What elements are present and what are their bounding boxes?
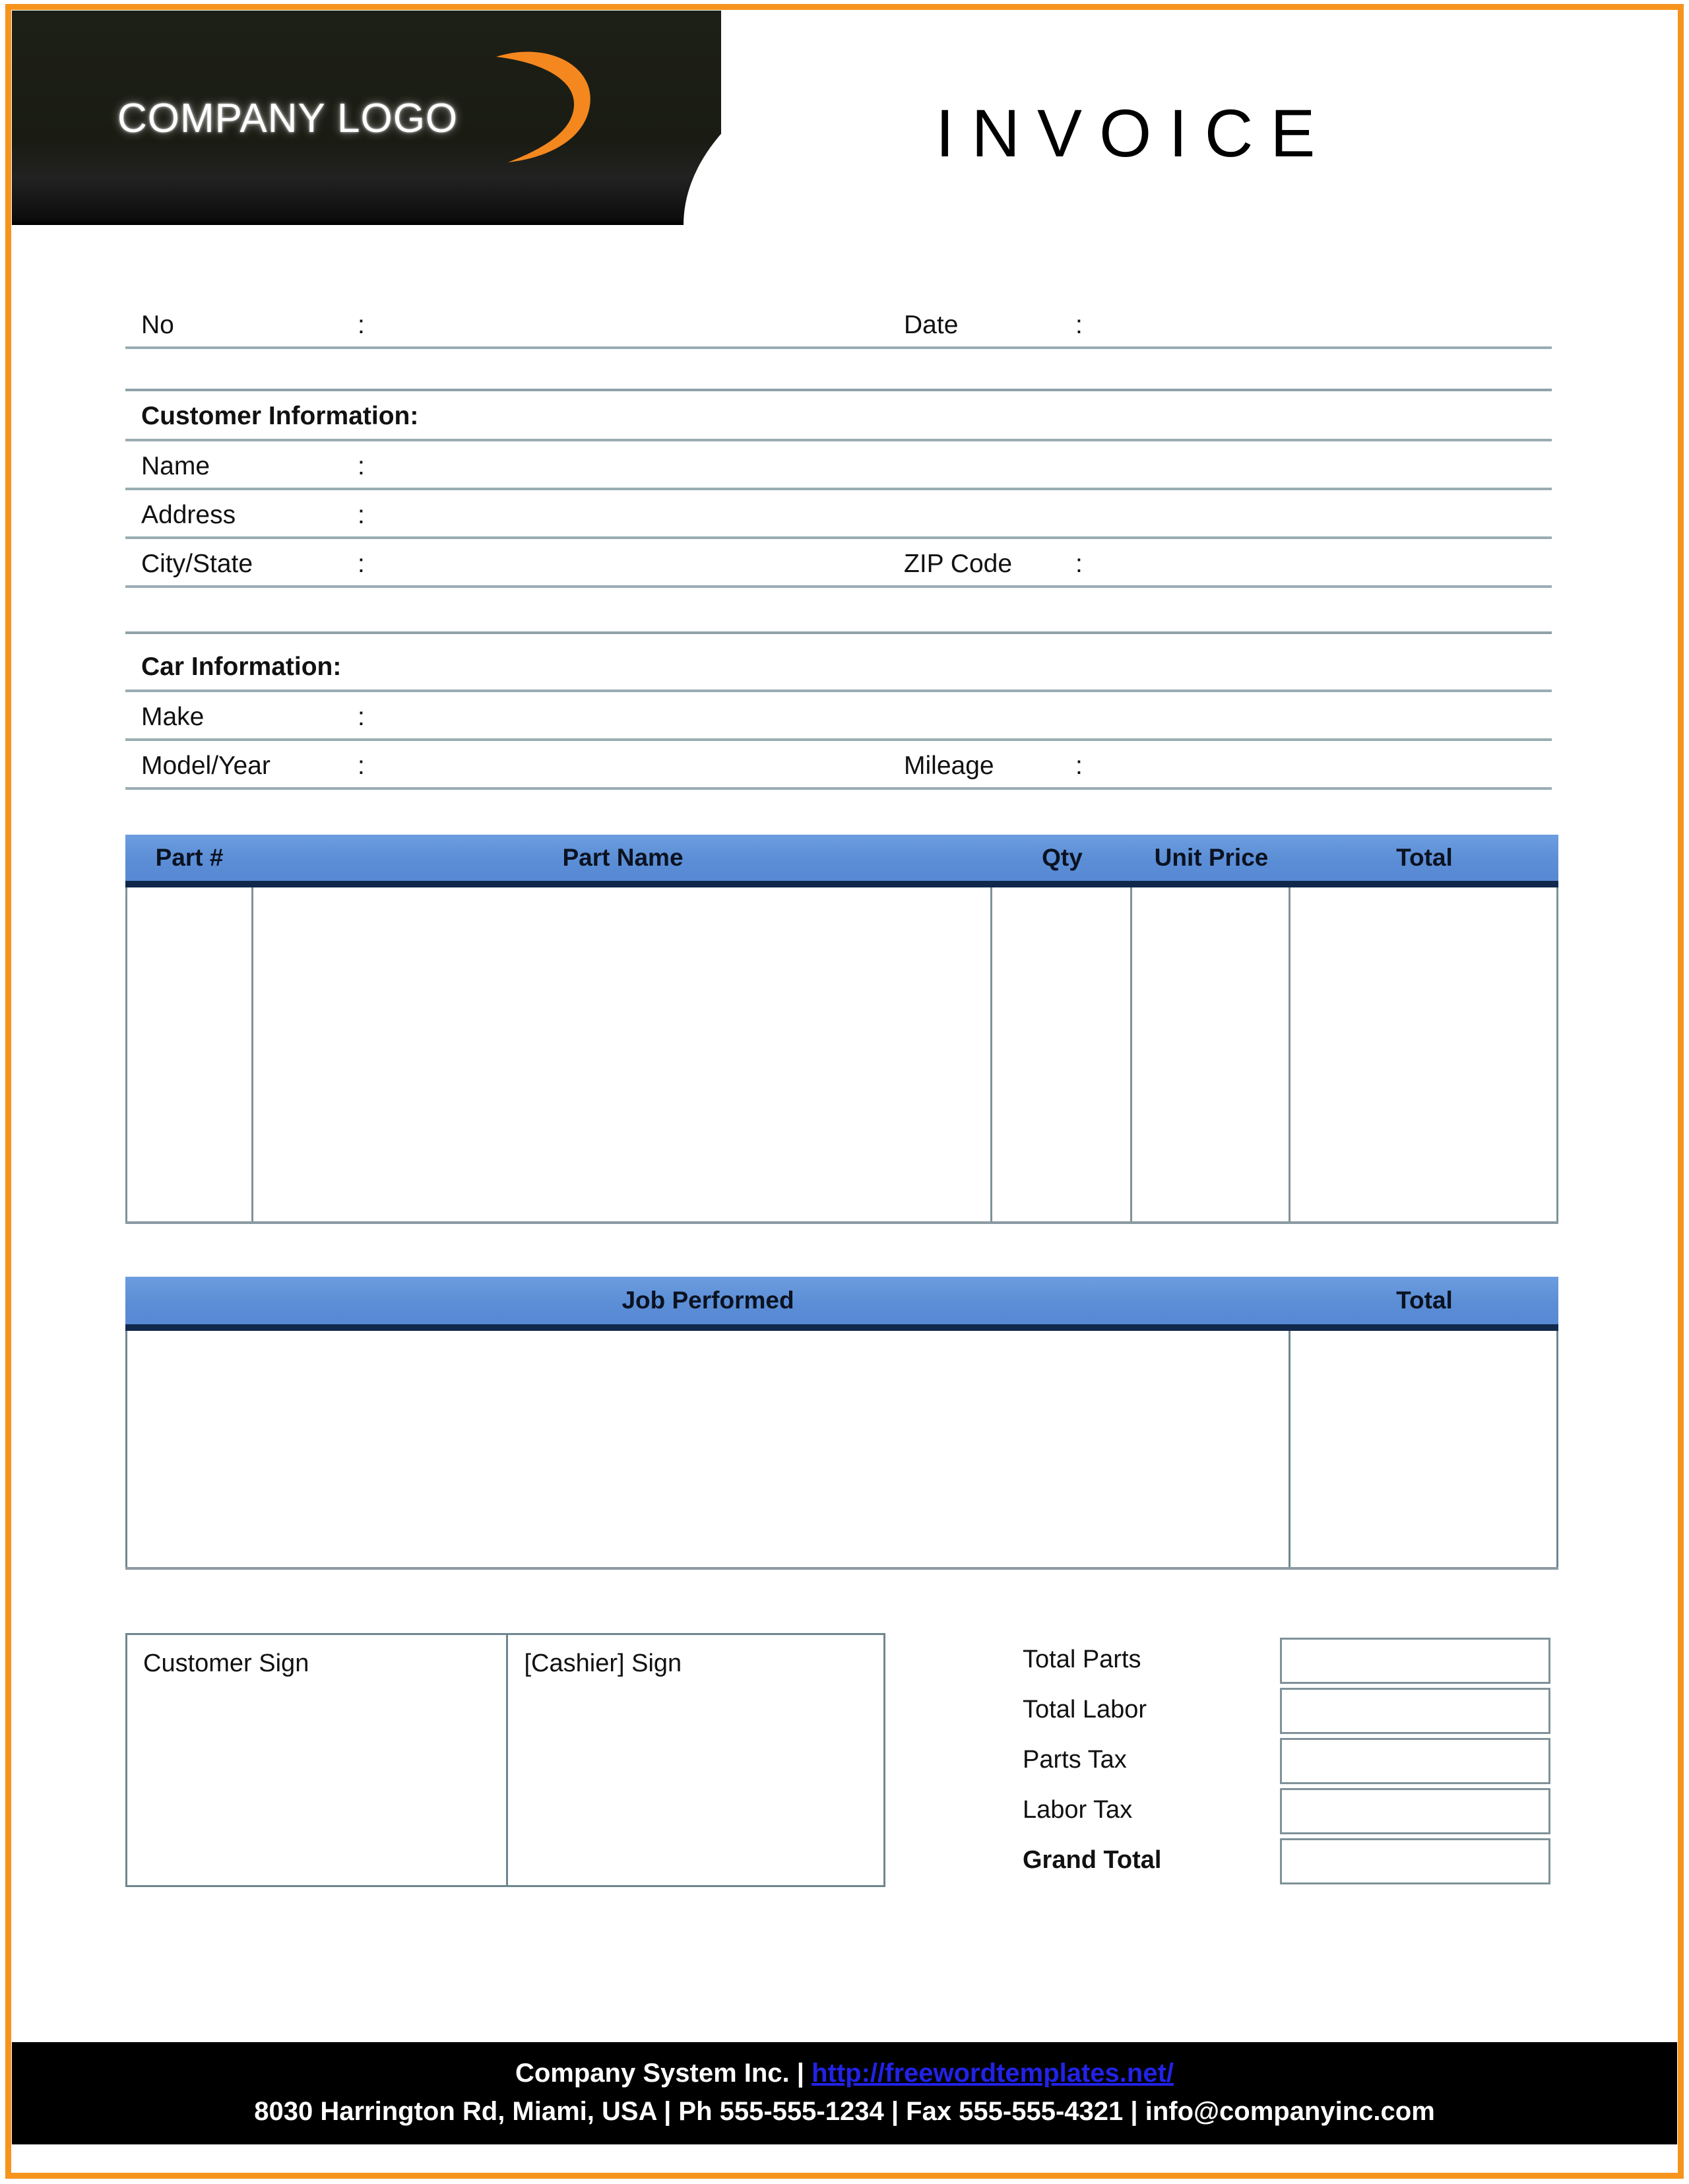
- make-label: Make: [141, 703, 205, 731]
- car-row-make: Make :: [125, 692, 1552, 741]
- grand-total-value[interactable]: [1280, 1838, 1550, 1884]
- customer-row-name: Name :: [125, 441, 1552, 490]
- labor-tax-label: Labor Tax: [1023, 1796, 1133, 1824]
- totals-row-total-labor: Total Labor: [1023, 1686, 1558, 1737]
- parts-col-part-number: Part #: [155, 844, 224, 871]
- totals-row-labor-tax: Labor Tax: [1023, 1787, 1558, 1837]
- model-year-label: Model/Year: [141, 752, 271, 780]
- invoice-header: COMPANY LOGO INVOICE: [12, 11, 1677, 225]
- total-labor-value[interactable]: [1280, 1688, 1550, 1734]
- make-colon: :: [358, 703, 365, 731]
- totals-block: Total Parts Total Labor Parts Tax Labor …: [1023, 1636, 1558, 1887]
- name-colon: :: [358, 452, 365, 480]
- parts-col-total: Total: [1396, 844, 1453, 871]
- car-row-model-year-mileage: Model/Year : Mileage :: [125, 741, 1552, 790]
- footer-company-name: Company System Inc. |: [515, 2059, 812, 2088]
- parts-table: Part # Part Name Qty Unit Price Total: [125, 835, 1558, 1224]
- address-label: Address: [141, 501, 236, 529]
- job-col-total: Total: [1396, 1287, 1453, 1314]
- job-table-body: [125, 1331, 1558, 1570]
- no-label: No: [141, 311, 174, 339]
- car-section-header: Car Information:: [125, 643, 1552, 692]
- address-colon: :: [358, 501, 365, 529]
- parts-cell-total[interactable]: [1291, 887, 1558, 1221]
- meta-row-no-date: No : Date :: [125, 300, 1552, 349]
- customer-spacer-row: [125, 588, 1552, 634]
- zip-code-label: ZIP Code: [904, 550, 1013, 578]
- footer-company-line: Company System Inc. | http://freewordtem…: [12, 2054, 1677, 2092]
- total-parts-value[interactable]: [1280, 1638, 1550, 1684]
- invoice-footer: Company System Inc. | http://freewordtem…: [12, 2042, 1677, 2144]
- zip-code-colon: :: [1075, 550, 1083, 578]
- mileage-label: Mileage: [904, 752, 994, 780]
- grand-total-label: Grand Total: [1023, 1846, 1162, 1874]
- city-state-colon: :: [358, 550, 365, 578]
- labor-tax-value[interactable]: [1280, 1788, 1550, 1834]
- car-information-block: Car Information: Make : Model/Year : Mil…: [125, 643, 1552, 790]
- totals-row-parts-tax: Parts Tax: [1023, 1737, 1558, 1787]
- company-logo-text: COMPANY LOGO: [117, 96, 459, 141]
- meta-spacer-row: [125, 349, 1552, 391]
- parts-tax-value[interactable]: [1280, 1738, 1550, 1784]
- customer-section-title: Customer Information:: [141, 402, 419, 430]
- parts-cell-part-number[interactable]: [125, 887, 253, 1221]
- footer-address-line: 8030 Harrington Rd, Miami, USA | Ph 555-…: [254, 2097, 1435, 2126]
- customer-sign-cell[interactable]: Customer Sign: [127, 1635, 506, 1885]
- parts-cell-part-name[interactable]: [253, 887, 992, 1221]
- total-parts-label: Total Parts: [1023, 1646, 1141, 1673]
- totals-row-total-parts: Total Parts: [1023, 1636, 1558, 1686]
- name-label: Name: [141, 452, 210, 480]
- job-performed-table: Job Performed Total: [125, 1277, 1558, 1570]
- no-colon: :: [358, 311, 365, 339]
- date-colon: :: [1075, 311, 1083, 339]
- job-table-header-row: Job Performed Total: [125, 1277, 1558, 1331]
- parts-col-unit-price: Unit Price: [1154, 844, 1269, 871]
- invoice-title: INVOICE: [936, 96, 1333, 171]
- job-cell-description[interactable]: [125, 1331, 1291, 1567]
- cashier-sign-cell[interactable]: [Cashier] Sign: [506, 1635, 883, 1885]
- customer-section-header: Customer Information:: [125, 393, 1552, 441]
- city-state-label: City/State: [141, 550, 253, 578]
- parts-table-body: [125, 887, 1558, 1224]
- parts-cell-unit-price[interactable]: [1132, 887, 1291, 1221]
- parts-cell-qty[interactable]: [992, 887, 1132, 1221]
- date-label: Date: [904, 311, 959, 339]
- parts-col-part-name: Part Name: [562, 844, 684, 871]
- footer-website-link[interactable]: http://freewordtemplates.net/: [812, 2059, 1174, 2088]
- mileage-colon: :: [1075, 752, 1083, 780]
- parts-table-header-row: Part # Part Name Qty Unit Price Total: [125, 835, 1558, 887]
- job-col-job-performed: Job Performed: [621, 1287, 794, 1314]
- totals-row-grand-total: Grand Total: [1023, 1837, 1558, 1887]
- swoosh-logo-icon: [496, 51, 590, 162]
- customer-row-address: Address :: [125, 490, 1552, 539]
- parts-col-qty: Qty: [1042, 844, 1083, 871]
- job-cell-total[interactable]: [1291, 1331, 1558, 1567]
- car-section-title: Car Information:: [141, 653, 342, 681]
- invoice-meta-block: No : Date :: [125, 300, 1552, 391]
- total-labor-label: Total Labor: [1023, 1696, 1147, 1723]
- customer-information-block: Customer Information: Name : Address : C…: [125, 393, 1552, 634]
- parts-tax-label: Parts Tax: [1023, 1746, 1127, 1774]
- model-year-colon: :: [358, 752, 365, 780]
- invoice-page: COMPANY LOGO INVOICE No : Date : Custome…: [0, 0, 1689, 2184]
- customer-row-city-state-zip: City/State : ZIP Code :: [125, 539, 1552, 588]
- signature-box: Customer Sign [Cashier] Sign: [125, 1633, 885, 1887]
